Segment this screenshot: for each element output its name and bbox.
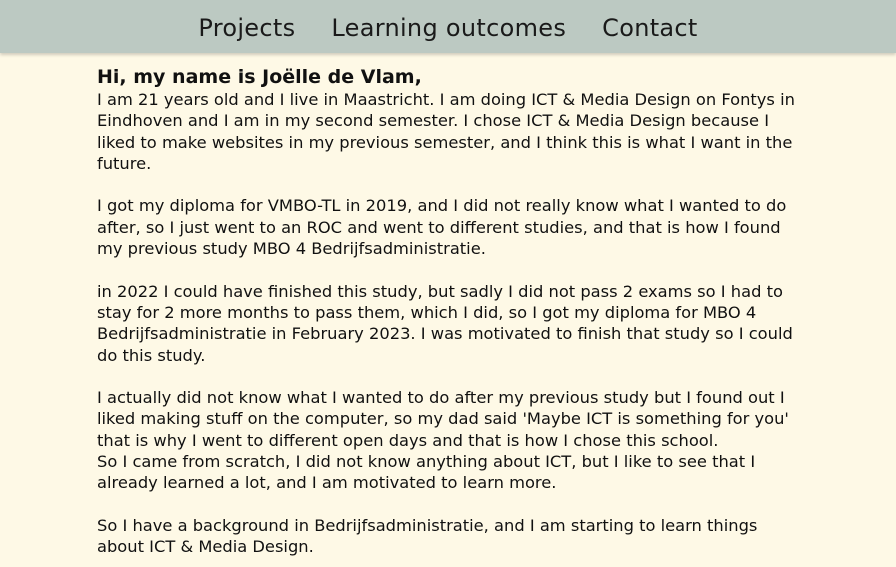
summary-paragraph: So I have a background in Bedrijfsadmini… [97, 515, 758, 557]
greeting-heading: Hi, my name is Joëlle de Vlam, [97, 66, 422, 88]
choice-paragraph: I actually did not know what I wanted to… [97, 388, 789, 450]
top-navigation: Projects Learning outcomes Contact [0, 0, 896, 53]
about-me-content: Hi, my name is Joëlle de Vlam, I am 21 y… [0, 53, 896, 558]
diploma-paragraph: in 2022 I could have finished this study… [97, 281, 793, 365]
intro-paragraph: I am 21 years old and I live in Maastric… [97, 90, 795, 173]
nav-link-projects[interactable]: Projects [198, 14, 295, 40]
nav-link-contact[interactable]: Contact [602, 14, 697, 40]
motivation-paragraph: So I came from scratch, I did not know a… [97, 452, 756, 493]
background-paragraph: I got my diploma for VMBO-TL in 2019, an… [97, 196, 787, 259]
nav-link-learning-outcomes[interactable]: Learning outcomes [331, 14, 566, 40]
